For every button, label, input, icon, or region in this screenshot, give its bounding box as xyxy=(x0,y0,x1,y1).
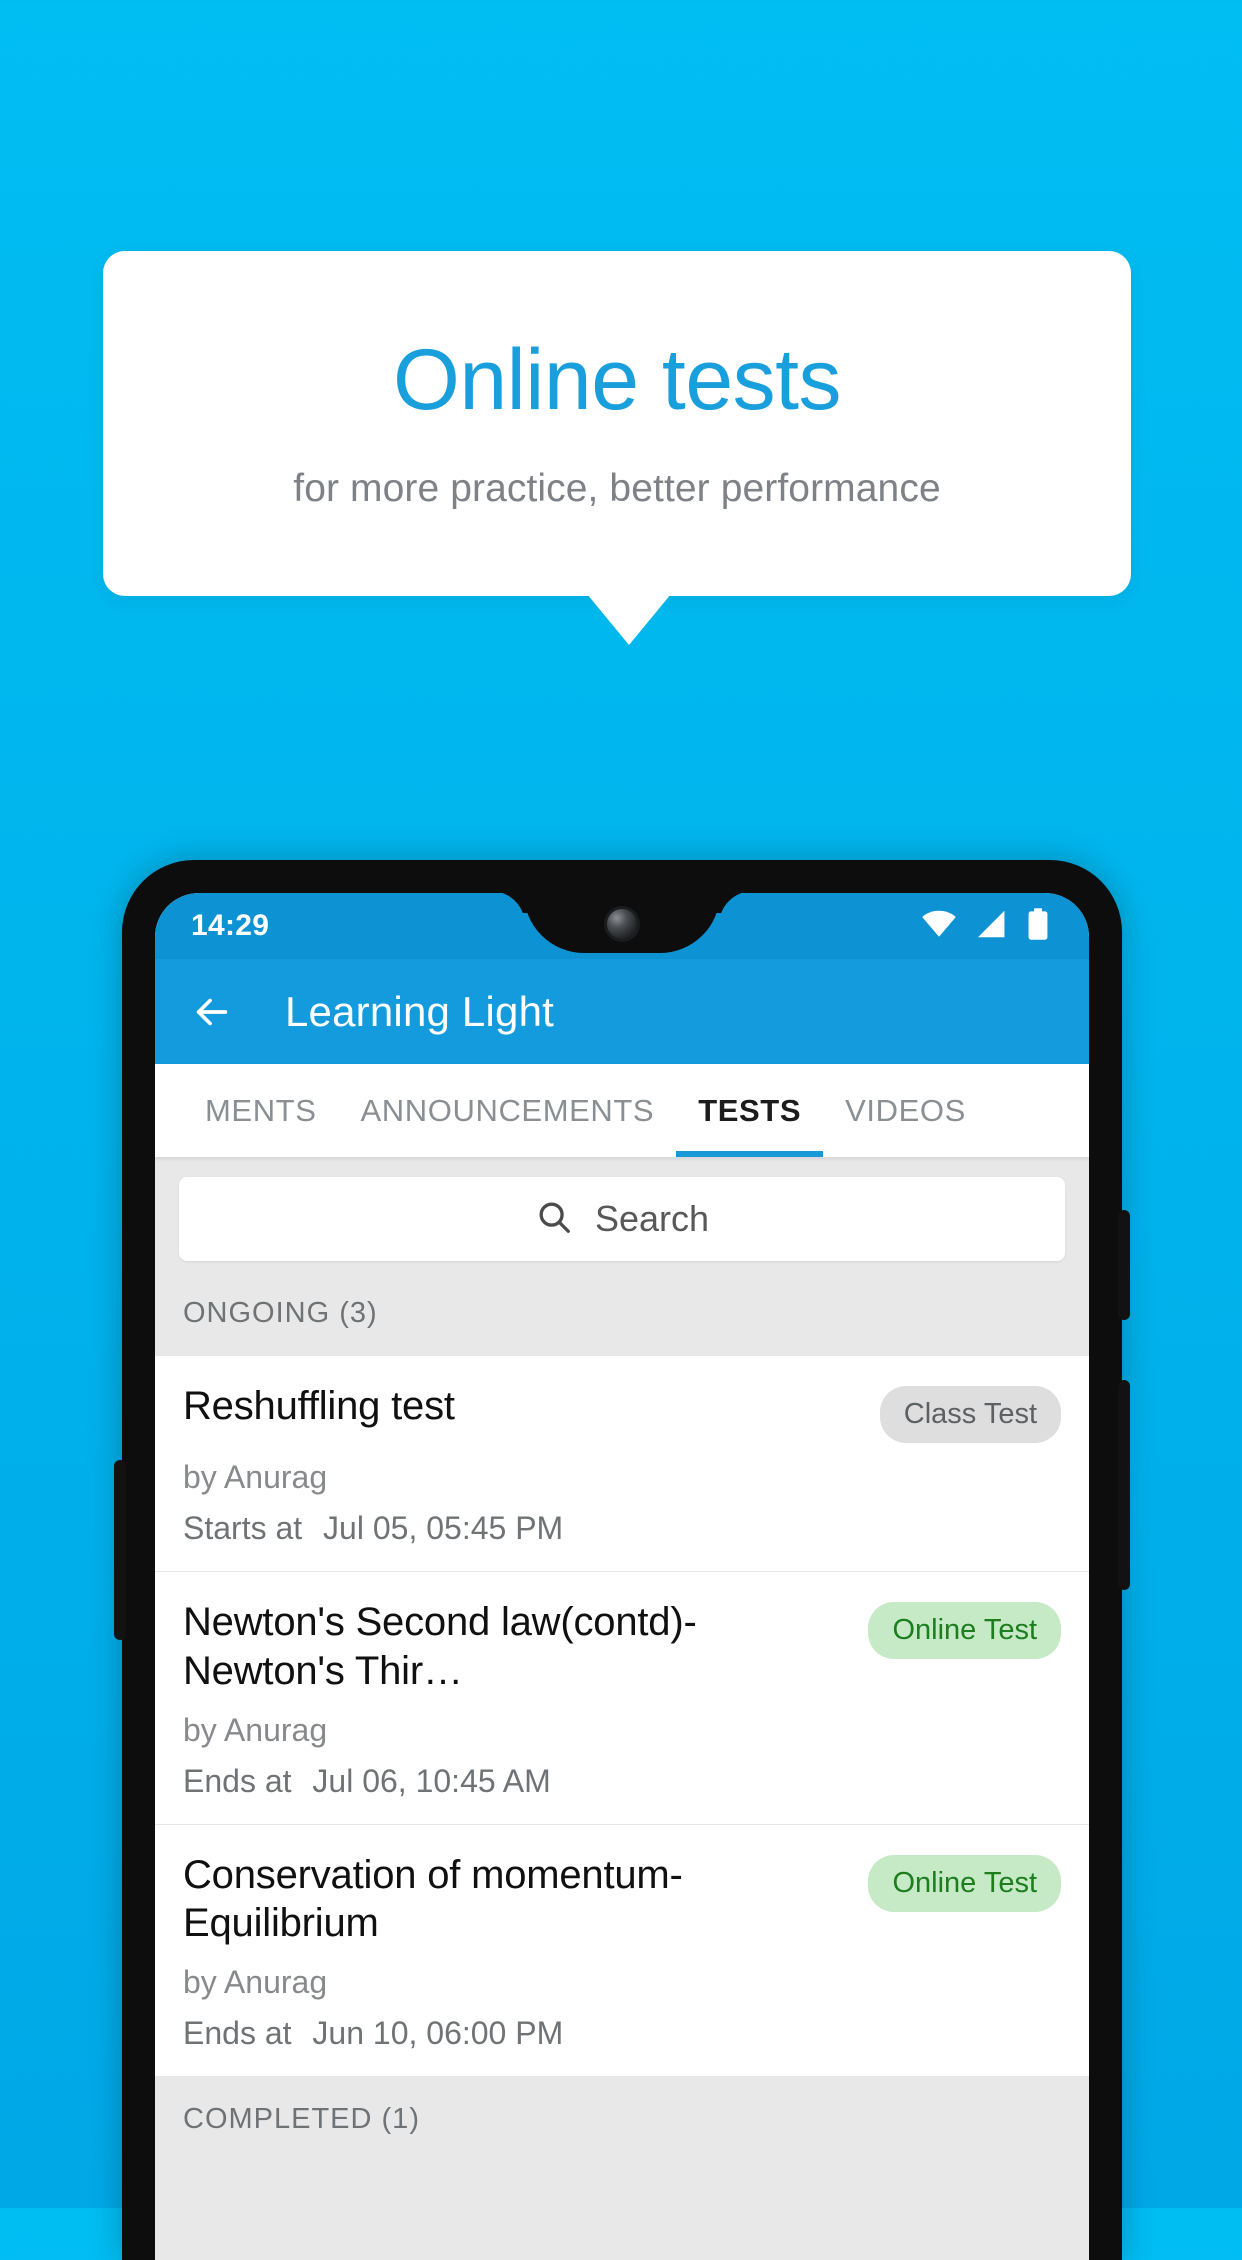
tests-list: Reshuffling test Class Test by Anurag St… xyxy=(155,1356,1089,2078)
test-date-label: Ends at xyxy=(183,1762,292,1799)
phone-device: 14:29 Learning Light MENTS ANNOUNCEMENTS… xyxy=(114,860,1130,2260)
tab-videos[interactable]: VIDEOS xyxy=(823,1064,988,1157)
test-title: Reshuffling test xyxy=(183,1384,455,1428)
battery-icon xyxy=(1027,907,1049,945)
test-date-value: Jul 05, 05:45 PM xyxy=(323,1510,564,1546)
promo-card: Online tests for more practice, better p… xyxy=(103,251,1131,596)
search-icon xyxy=(535,1198,573,1241)
test-date-value: Jul 06, 10:45 AM xyxy=(312,1762,551,1799)
signal-icon xyxy=(976,910,1008,943)
promo-title: Online tests xyxy=(392,331,842,428)
test-date: Ends at Jun 10, 06:00 PM xyxy=(183,2015,1061,2052)
tab-assignments[interactable]: MENTS xyxy=(183,1064,339,1157)
test-list-item[interactable]: Newton's Second law(contd)-Newton's Thir… xyxy=(155,1572,1089,1825)
status-badge: Class Test xyxy=(879,1386,1061,1443)
test-title: Newton's Second law(contd)-Newton's Thir… xyxy=(183,1600,697,1693)
tab-bar: MENTS ANNOUNCEMENTS TESTS VIDEOS xyxy=(155,1064,1089,1157)
front-camera-icon xyxy=(607,909,637,939)
section-header-completed: COMPLETED (1) xyxy=(155,2077,1089,2163)
app-bar-title: Learning Light xyxy=(285,987,555,1035)
power-button[interactable] xyxy=(1118,1210,1130,1320)
volume-button[interactable] xyxy=(114,1460,126,1640)
test-date-value: Jun 10, 06:00 PM xyxy=(312,2015,564,2052)
tab-label: ANNOUNCEMENTS xyxy=(360,1092,655,1128)
tab-label: TESTS xyxy=(698,1092,802,1128)
status-badge: Online Test xyxy=(868,1602,1061,1659)
tab-announcements[interactable]: ANNOUNCEMENTS xyxy=(339,1064,677,1157)
search-placeholder: Search xyxy=(594,1198,710,1239)
tab-tests[interactable]: TESTS xyxy=(676,1064,824,1157)
tab-label: VIDEOS xyxy=(845,1092,966,1128)
test-author: by Anurag xyxy=(183,1459,328,1495)
wifi-icon xyxy=(921,910,957,943)
test-title: Conservation of momentum-Equilibrium xyxy=(183,1852,683,1946)
app-bar: Learning Light xyxy=(155,959,1089,1064)
display-notch xyxy=(524,893,720,953)
section-header-ongoing: ONGOING (3) xyxy=(155,1283,1089,1356)
phone-screen: 14:29 Learning Light MENTS ANNOUNCEMENTS… xyxy=(155,893,1089,2260)
search-input[interactable]: Search xyxy=(179,1177,1065,1261)
search-container: Search xyxy=(155,1157,1089,1283)
test-author: by Anurag xyxy=(183,1711,328,1748)
status-bar: 14:29 xyxy=(155,893,1089,959)
back-arrow-icon[interactable] xyxy=(189,989,235,1035)
tab-label: MENTS xyxy=(205,1092,317,1128)
test-date-label: Starts at xyxy=(183,1510,303,1546)
status-badge: Online Test xyxy=(868,1854,1061,1912)
status-time: 14:29 xyxy=(191,909,270,942)
test-date: Ends at Jul 06, 10:45 AM xyxy=(183,1763,1061,1800)
promo-bubble-tail xyxy=(587,594,671,645)
assist-button[interactable] xyxy=(1118,1380,1130,1590)
promo-subtitle: for more practice, better performance xyxy=(293,466,941,510)
test-list-item[interactable]: Reshuffling test Class Test by Anurag St… xyxy=(155,1356,1089,1572)
tests-content: Search ONGOING (3) Reshuffling test Clas… xyxy=(155,1157,1089,2260)
test-author: by Anurag xyxy=(183,1964,328,2001)
test-date: Starts at Jul 05, 05:45 PM xyxy=(183,1510,1061,1547)
test-date-label: Ends at xyxy=(183,2015,292,2052)
test-list-item[interactable]: Conservation of momentum-Equilibrium Onl… xyxy=(155,1825,1089,2078)
